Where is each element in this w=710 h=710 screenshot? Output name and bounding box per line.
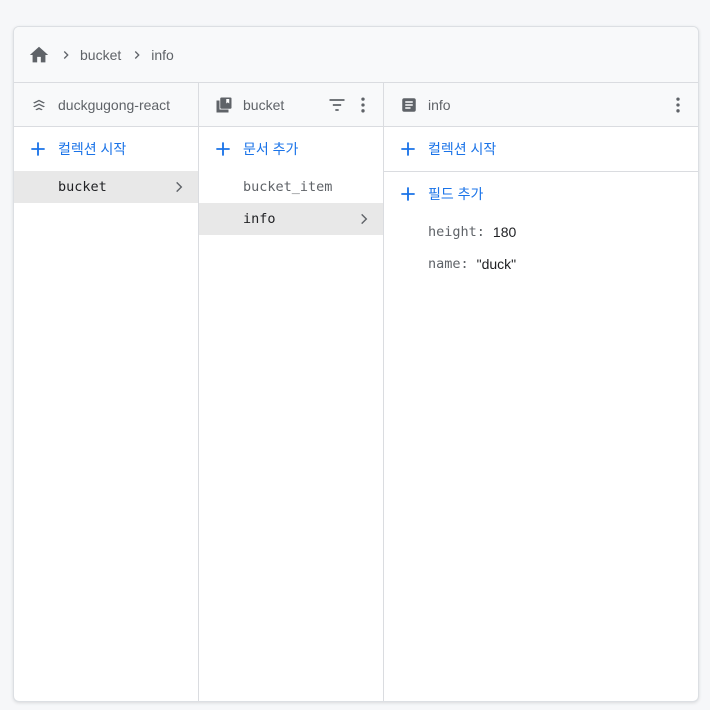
field-value: 180 (492, 224, 517, 240)
more-vert-icon (361, 97, 365, 113)
start-subcollection-button[interactable]: 컬렉션 시작 (384, 127, 698, 171)
plus-icon (401, 187, 415, 201)
add-field-label: 필드 추가 (428, 186, 484, 202)
document-header-actions (668, 95, 688, 115)
add-field-button[interactable]: 필드 추가 (384, 172, 698, 216)
document-icon (402, 97, 416, 112)
breadcrumb-item-info[interactable]: info (151, 47, 174, 63)
plus-icon (216, 142, 230, 156)
filter-button[interactable] (327, 95, 347, 115)
add-document-label: 문서 추가 (243, 141, 299, 157)
collection-column: bucket 문서 추가 bucket_item info (199, 83, 384, 701)
document-item-info[interactable]: info (199, 203, 383, 235)
collection-column-header: bucket (199, 83, 383, 127)
firestore-project-icon (33, 99, 45, 110)
list-item-label: bucket (58, 179, 107, 195)
chevron-right-icon (135, 50, 140, 59)
data-columns: duckgugong-react 컬렉션 시작 bucket bucket 문서… (14, 83, 698, 701)
field-value: "duck" (476, 256, 517, 272)
project-title: duckgugong-react (58, 96, 171, 113)
start-collection-label: 컬렉션 시작 (428, 141, 497, 157)
field-key: name: (428, 256, 469, 272)
chevron-right-icon (361, 213, 368, 225)
field-row-height[interactable]: height: 180 (428, 216, 698, 248)
start-collection-button[interactable]: 컬렉션 시작 (14, 127, 198, 171)
start-collection-label: 컬렉션 시작 (58, 141, 127, 157)
list-item-label: bucket_item (243, 179, 333, 195)
add-document-button[interactable]: 문서 추가 (199, 127, 383, 171)
more-options-button[interactable] (353, 95, 373, 115)
field-row-name[interactable]: name: "duck" (428, 248, 698, 280)
filter-icon (329, 99, 345, 111)
chevron-right-icon (63, 50, 69, 59)
project-column: duckgugong-react 컬렉션 시작 bucket (14, 83, 199, 701)
document-column: info 컬렉션 시작 필드 추가 height: 180 name: "duc… (384, 83, 698, 701)
home-icon[interactable] (28, 44, 50, 66)
plus-icon (31, 142, 45, 156)
more-vert-icon (676, 97, 680, 113)
collection-header-actions (327, 95, 373, 115)
collection-icon (216, 97, 232, 112)
plus-icon (401, 142, 415, 156)
collection-title: bucket (243, 96, 285, 113)
firestore-panel: bucket info duckgugong-react 컬렉션 시작 buck… (13, 26, 699, 702)
document-item-bucket-item[interactable]: bucket_item (199, 171, 383, 203)
more-options-button[interactable] (668, 95, 688, 115)
project-column-header: duckgugong-react (14, 83, 198, 127)
breadcrumb-item-bucket[interactable]: bucket (80, 47, 121, 63)
document-column-header: info (384, 83, 698, 127)
document-title: info (428, 96, 451, 113)
chevron-right-icon (176, 181, 183, 193)
list-item-label: info (243, 211, 276, 227)
field-key: height: (428, 224, 485, 240)
collection-item-bucket[interactable]: bucket (14, 171, 198, 203)
breadcrumb: bucket info (14, 27, 698, 83)
